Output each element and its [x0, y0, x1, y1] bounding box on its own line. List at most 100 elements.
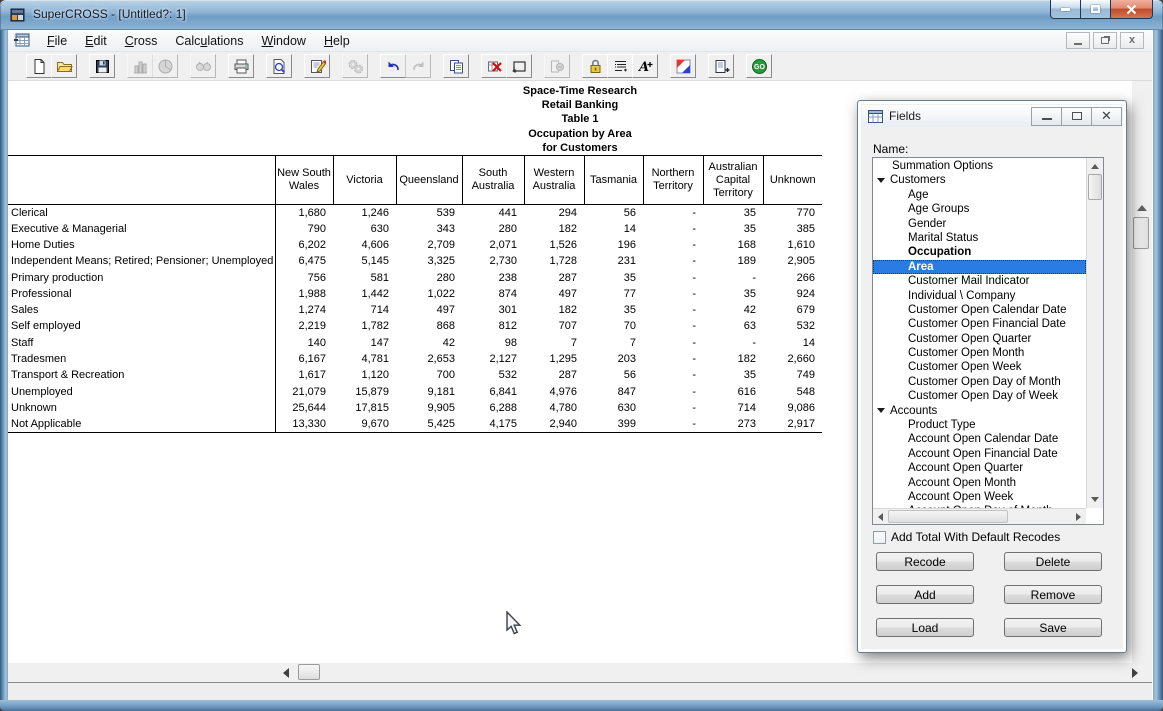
table-cell[interactable]: 287	[524, 367, 584, 383]
table-cell[interactable]: 539	[396, 205, 462, 221]
column-header[interactable]: Unknown	[763, 156, 822, 205]
table-cell[interactable]: 2,730	[462, 253, 524, 269]
row-label[interactable]: Primary production	[8, 270, 275, 286]
pie-chart-button[interactable]	[152, 54, 178, 78]
table-cell[interactable]: 98	[462, 335, 524, 351]
field-list-item[interactable]: Summation Options	[873, 159, 1086, 173]
table-cell[interactable]: 630	[584, 400, 643, 416]
fields-listbox[interactable]: Summation OptionsCustomersAgeAge GroupsG…	[872, 157, 1104, 525]
list-scroll-right-icon[interactable]	[1076, 513, 1081, 521]
table-cell[interactable]: 140	[275, 335, 333, 351]
fields-list-hscrollbar[interactable]	[873, 508, 1086, 524]
table-cell[interactable]: 13,330	[275, 416, 333, 432]
table-cell[interactable]: 17,815	[333, 400, 396, 416]
field-list-item[interactable]: Age Groups	[873, 202, 1086, 216]
table-cell[interactable]: 497	[524, 286, 584, 302]
dialog-minimize-button[interactable]	[1031, 107, 1062, 126]
bar-chart-button[interactable]	[127, 54, 153, 78]
collapse-triangle-icon[interactable]	[877, 178, 885, 183]
list-vscroll-thumb[interactable]	[1088, 174, 1102, 200]
table-cell[interactable]: 1,442	[333, 286, 396, 302]
table-cell[interactable]: 2,071	[462, 237, 524, 253]
table-cell[interactable]: 14	[584, 221, 643, 237]
table-cell[interactable]: 42	[703, 302, 763, 318]
table-cell[interactable]: -	[643, 221, 703, 237]
row-label[interactable]: Not Applicable	[8, 416, 275, 432]
table-cell[interactable]: 399	[584, 416, 643, 432]
table-cell[interactable]: 385	[763, 221, 822, 237]
list-hscroll-thumb[interactable]	[888, 510, 1008, 523]
menu-calculations[interactable]: Calculations	[166, 32, 252, 50]
derivations-button[interactable]	[342, 54, 368, 78]
field-list-item[interactable]: Customer Open Quarter	[873, 332, 1086, 346]
row-label[interactable]: Unknown	[8, 400, 275, 416]
fields-list-vscrollbar[interactable]	[1086, 158, 1103, 508]
add-button[interactable]: Add	[876, 585, 974, 604]
table-cell[interactable]: 714	[333, 302, 396, 318]
row-label[interactable]: Sales	[8, 302, 275, 318]
table-cell[interactable]: 1,610	[763, 237, 822, 253]
row-label[interactable]: Self employed	[8, 318, 275, 334]
field-list-item[interactable]: Customer Open Day of Week	[873, 389, 1086, 403]
delete-table-button[interactable]	[481, 54, 507, 78]
table-cell[interactable]: 238	[462, 270, 524, 286]
column-header[interactable]: Queensland	[396, 156, 462, 205]
list-scroll-up-icon[interactable]	[1091, 164, 1099, 169]
vertical-scrollbar[interactable]	[1132, 81, 1152, 663]
dialog-close-button[interactable]: ✕	[1091, 107, 1122, 126]
table-cell[interactable]: 700	[396, 367, 462, 383]
field-list-item[interactable]: Customer Open Calendar Date	[873, 303, 1086, 317]
field-list-item[interactable]: Account Open Month	[873, 476, 1086, 490]
table-cell[interactable]: 70	[584, 318, 643, 334]
hide-button[interactable]	[544, 54, 570, 78]
table-cell[interactable]: 35	[584, 270, 643, 286]
table-cell[interactable]: 15,879	[333, 383, 396, 399]
table-cell[interactable]: 203	[584, 351, 643, 367]
field-list-item[interactable]: Area	[873, 260, 1086, 274]
row-label[interactable]: Independent Means; Retired; Pensioner; U…	[8, 253, 275, 269]
new-table-button[interactable]	[708, 54, 734, 78]
table-cell[interactable]: 1,274	[275, 302, 333, 318]
menu-cross[interactable]: Cross	[116, 32, 167, 50]
table-cell[interactable]: 63	[703, 318, 763, 334]
table-cell[interactable]: -	[643, 270, 703, 286]
table-cell[interactable]: 4,175	[462, 416, 524, 432]
table-cell[interactable]: 707	[524, 318, 584, 334]
table-cell[interactable]: 7	[524, 335, 584, 351]
table-cell[interactable]: 56	[584, 367, 643, 383]
minimize-button[interactable]	[1050, 0, 1081, 19]
add-total-checkbox[interactable]	[873, 531, 886, 544]
table-cell[interactable]: 6,841	[462, 383, 524, 399]
table-cell[interactable]: -	[643, 367, 703, 383]
column-header[interactable]: Victoria	[333, 156, 396, 205]
table-cell[interactable]: 35	[703, 367, 763, 383]
table-cell[interactable]: 266	[763, 270, 822, 286]
table-cell[interactable]: 3,325	[396, 253, 462, 269]
mdi-close-button[interactable]: x	[1120, 32, 1144, 49]
table-cell[interactable]: 2,660	[763, 351, 822, 367]
table-cell[interactable]: 4,780	[524, 400, 584, 416]
column-header[interactable]: South Australia	[462, 156, 524, 205]
vertical-scroll-thumb[interactable]	[1133, 217, 1149, 249]
fields-dialog-titlebar[interactable]: Fields ✕	[862, 105, 1122, 127]
field-list-item-group[interactable]: Accounts	[873, 404, 1086, 418]
field-list-item[interactable]: Customer Open Month	[873, 346, 1086, 360]
mdi-minimize-button[interactable]	[1066, 32, 1090, 49]
table-cell[interactable]: 35	[703, 286, 763, 302]
fields-button[interactable]	[607, 54, 633, 78]
table-cell[interactable]: 6,202	[275, 237, 333, 253]
maximize-button[interactable]	[1080, 0, 1111, 19]
new-document-button[interactable]	[26, 54, 52, 78]
field-list-item[interactable]: Account Open Financial Date	[873, 447, 1086, 461]
menu-file[interactable]: File	[38, 32, 76, 50]
table-cell[interactable]: 189	[703, 253, 763, 269]
table-cell[interactable]: 532	[462, 367, 524, 383]
table-cell[interactable]: -	[703, 270, 763, 286]
table-cell[interactable]: 2,653	[396, 351, 462, 367]
field-list-item[interactable]: Individual \ Company	[873, 289, 1086, 303]
row-label[interactable]: Home Duties	[8, 237, 275, 253]
list-scroll-left-icon[interactable]	[878, 513, 883, 521]
scroll-left-icon[interactable]	[283, 668, 289, 678]
column-header[interactable]: Northern Territory	[643, 156, 703, 205]
table-cell[interactable]: 4,606	[333, 237, 396, 253]
